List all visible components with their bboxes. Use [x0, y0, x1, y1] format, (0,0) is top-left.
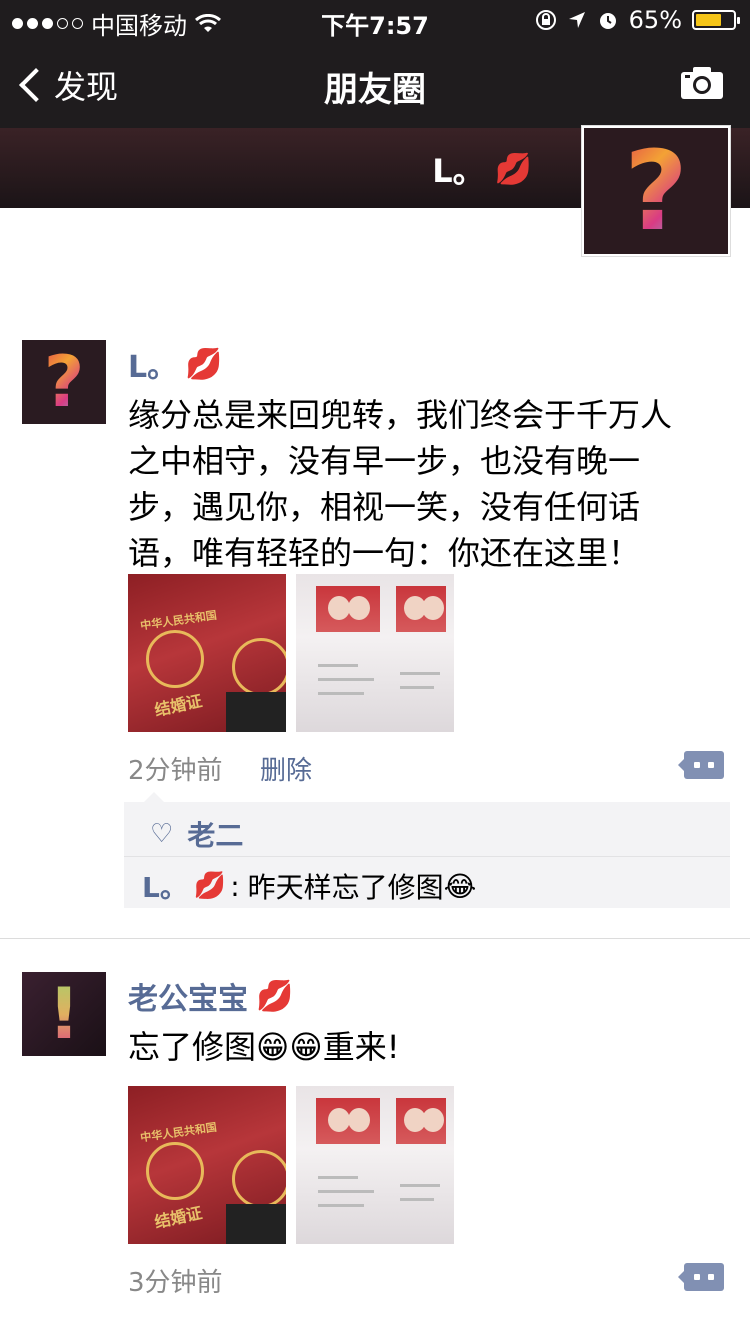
cert-title-text: 结婚证	[152, 691, 204, 720]
battery-icon	[692, 10, 740, 30]
question-mark-avatar-icon: ?	[624, 127, 688, 255]
post-text: 忘了修图😁😁重来!	[128, 1024, 688, 1070]
comment-author[interactable]: L。 💋	[142, 866, 226, 906]
post-photo[interactable]	[296, 1086, 454, 1244]
post-avatar[interactable]: !	[22, 972, 106, 1056]
post-text-part: 忘了修图	[128, 1028, 257, 1066]
post-photo[interactable]: 中华人民共和国 结婚证	[128, 574, 286, 732]
orientation-lock-icon	[535, 10, 556, 30]
cover-username: L。 💋	[432, 146, 532, 192]
lips-emoji-icon: 💋	[256, 978, 294, 1014]
lips-emoji-icon: 💋	[494, 151, 532, 187]
question-mark-avatar-icon: ?	[43, 341, 85, 423]
post-author[interactable]: L。 💋	[128, 342, 222, 386]
page-title: 朋友圈	[324, 70, 426, 110]
comment-author-text[interactable]: L。	[142, 866, 188, 906]
comment-more-icon[interactable]	[678, 751, 724, 779]
delete-button[interactable]: 删除	[260, 750, 312, 787]
exclamation-avatar-icon: !	[48, 973, 80, 1055]
grin-emoji-icon: 😁	[256, 1028, 290, 1066]
comment-area: ♡ 老二 L。 💋 : 昨天样忘了修图 😂	[124, 792, 730, 908]
grin-emoji-icon: 😁	[289, 1028, 323, 1066]
cover-avatar[interactable]: ?	[582, 126, 730, 256]
laughing-tears-emoji-icon: 😂	[443, 869, 477, 903]
heart-icon: ♡	[150, 819, 174, 849]
comment-separator: :	[230, 869, 240, 903]
post-text: 缘分总是来回兜转，我们终会于千万人之中相守，没有早一步，也没有晚一步，遇见你，相…	[128, 396, 673, 572]
post-avatar[interactable]: ?	[22, 340, 106, 424]
post-author[interactable]: 老公宝宝 💋	[128, 974, 293, 1018]
cover-username-text: L。	[432, 152, 485, 190]
cert-title-text: 结婚证	[152, 1203, 204, 1232]
post-author-text[interactable]: 老公宝宝	[128, 974, 248, 1018]
like-user[interactable]: 老二	[187, 814, 243, 854]
likes-row: ♡ 老二	[150, 814, 243, 854]
post-time: 3分钟前	[128, 1268, 223, 1298]
post-text-part: 重来!	[322, 1028, 400, 1066]
comment-more-icon[interactable]	[678, 1263, 724, 1291]
comment-text: 昨天样忘了修图	[247, 871, 444, 904]
status-bar: 中国移动 下午7:57 65%	[0, 0, 750, 40]
post-time: 2分钟前	[128, 756, 223, 786]
post-photo[interactable]	[296, 574, 454, 732]
alarm-icon	[599, 13, 616, 29]
comment-item[interactable]: L。 💋 : 昨天样忘了修图 😂	[142, 866, 476, 906]
post-photo[interactable]: 中华人民共和国 结婚证	[128, 1086, 286, 1244]
lips-emoji-icon: 💋	[185, 346, 223, 382]
lips-emoji-icon: 💋	[193, 871, 227, 901]
nav-bar: 发现 朋友圈	[0, 40, 750, 128]
location-icon	[568, 12, 585, 28]
battery-percent: 65%	[628, 6, 682, 34]
camera-icon[interactable]	[680, 66, 724, 100]
post-author-text[interactable]: L。	[128, 342, 177, 386]
post-divider	[0, 938, 750, 939]
